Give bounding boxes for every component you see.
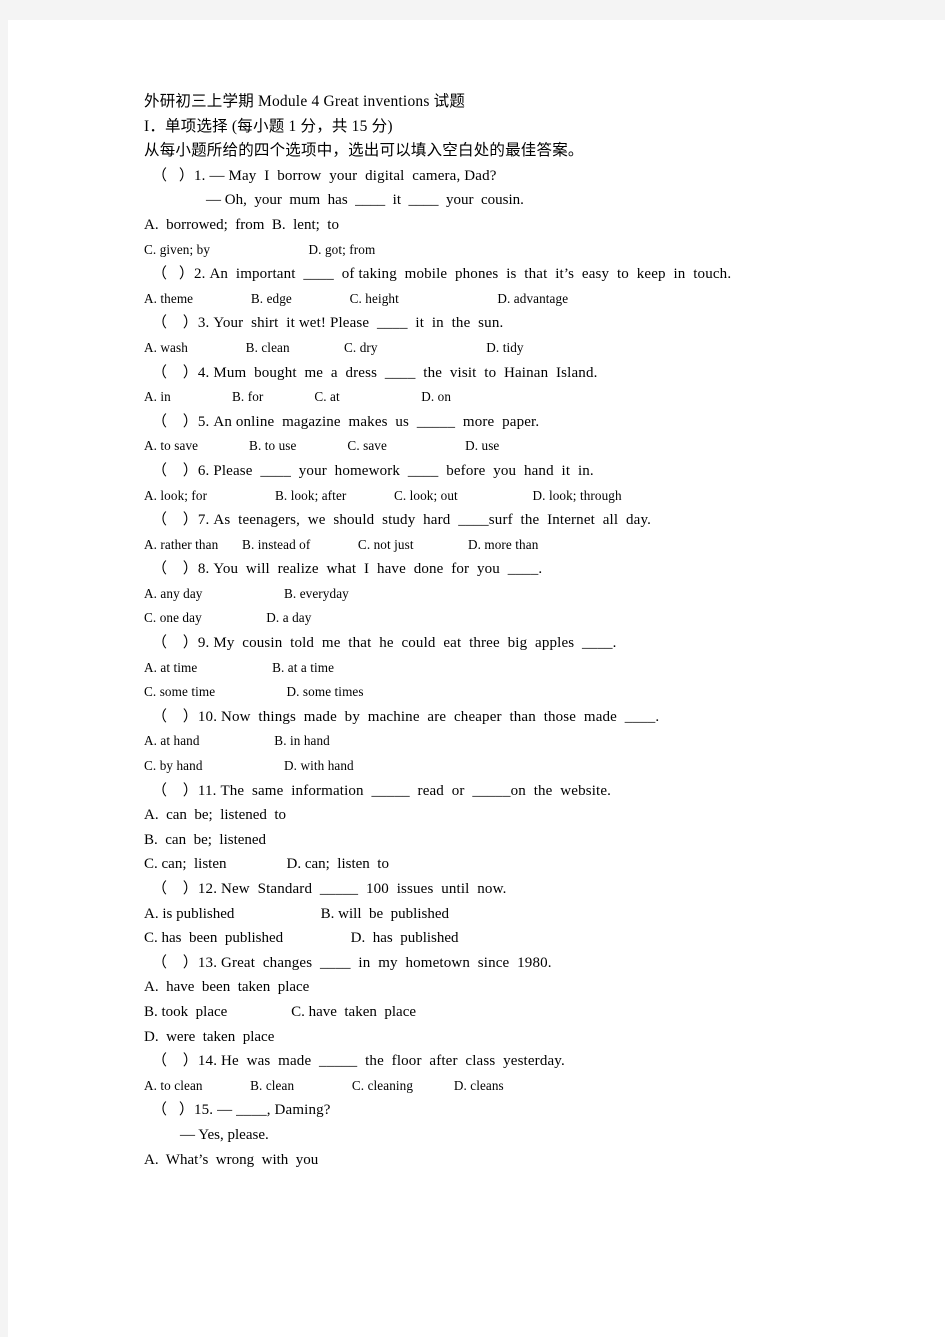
q2-opts: A. theme B. edge C. height D. advantage (144, 290, 569, 306)
q6-opts: A. look; for B. look; after C. look; out… (144, 487, 622, 503)
document-page: 外研初三上学期 Module 4 Great inventions 试题 I．单项… (8, 20, 945, 1337)
q11-opt-a: A. can be; listened to (144, 807, 287, 824)
q6-stem: （ ）6. Please ____ your homework ____ bef… (152, 462, 594, 479)
q7-opts: A. rather than B. instead of C. not just… (144, 536, 539, 552)
q13-opt-a: A. have been taken place (144, 979, 310, 996)
q8-stem: （ ）8. You will realize what I have done … (152, 561, 543, 578)
q4-stem: （ ）4. Mum bought me a dress ____ the vis… (152, 364, 598, 381)
q11-opt-b: B. can be; listened (144, 831, 267, 848)
q9-opt-ab: A. at time B. at a time (144, 659, 335, 675)
q10-opt-cd: C. by hand D. with hand (144, 758, 354, 774)
q8-opt-cd: C. one day D. a day (144, 610, 312, 626)
q1-stem: （ ）1. — May I borrow your digital camera… (152, 167, 497, 184)
q13-opt-d: D. were taken place (144, 1028, 275, 1045)
q7-stem: （ ）7. As teenagers, we should study hard… (152, 512, 652, 529)
q15-stem: （ ）15. — ____, Daming? (152, 1102, 331, 1119)
q3-stem: （ ）3. Your shirt it wet! Please ____ it … (152, 315, 504, 332)
title: 外研初三上学期 Module 4 Great inventions 试题 (144, 93, 466, 110)
q12-stem: （ ）12. New Standard _____ 100 issues unt… (152, 881, 507, 897)
q13-opt-bc: B. took place C. have taken place (144, 1003, 417, 1020)
q11-opt-cd: C. can; listen D. can; listen to (144, 856, 389, 873)
q10-stem: （ ）10. Now things made by machine are ch… (152, 708, 660, 725)
q1-opt-cd: C. given; by D. got; from (144, 241, 376, 257)
q3-opts: A. wash B. clean C. dry D. tidy (144, 339, 524, 355)
q10-opt-ab: A. at hand B. in hand (144, 733, 330, 749)
q1-reply: — Oh, your mum has ____ it ____ your cou… (206, 192, 524, 209)
q13-stem: （ ）13. Great changes ____ in my hometown… (152, 954, 552, 971)
q4-opts: A. in B. for C. at D. on (144, 389, 452, 405)
q8-opt-ab: A. any day B. everyday (144, 585, 349, 601)
q5-stem: （ ）5. An online magazine makes us _____ … (152, 413, 540, 430)
q5-opts: A. to save B. to use C. save D. use (144, 438, 500, 454)
q1-opt-ab: A. borrowed; from B. lent; to (144, 216, 339, 233)
exam-paper-body: 外研初三上学期 Module 4 Great inventions 试题 I．单项… (144, 90, 844, 1172)
q12-opt-ab: A. is published B. will be published (144, 905, 449, 922)
q9-opt-cd: C. some time D. some times (144, 684, 364, 700)
instruction: 从每小题所给的四个选项中，选出可以填入空白处的最佳答案。 (144, 142, 584, 160)
q15-opt-a: A. What’s wrong with you (144, 1151, 319, 1168)
q9-stem: （ ）9. My cousin told me that he could ea… (152, 635, 617, 652)
q15-reply: — Yes, please. (180, 1126, 269, 1143)
q14-opts: A. to clean B. clean C. cleaning D. clea… (144, 1077, 504, 1093)
section: I．单项选择 (每小题 1 分，共 15 分) (144, 117, 393, 135)
q11-stem: （ ）11. The same information _____ read o… (152, 782, 612, 799)
q12-opt-cd: C. has been published D. has published (144, 930, 459, 947)
q2-stem: （ ）2. An important ____ of taking mobile… (152, 266, 732, 283)
q14-stem: （ ）14. He was made _____ the floor after… (152, 1053, 565, 1070)
